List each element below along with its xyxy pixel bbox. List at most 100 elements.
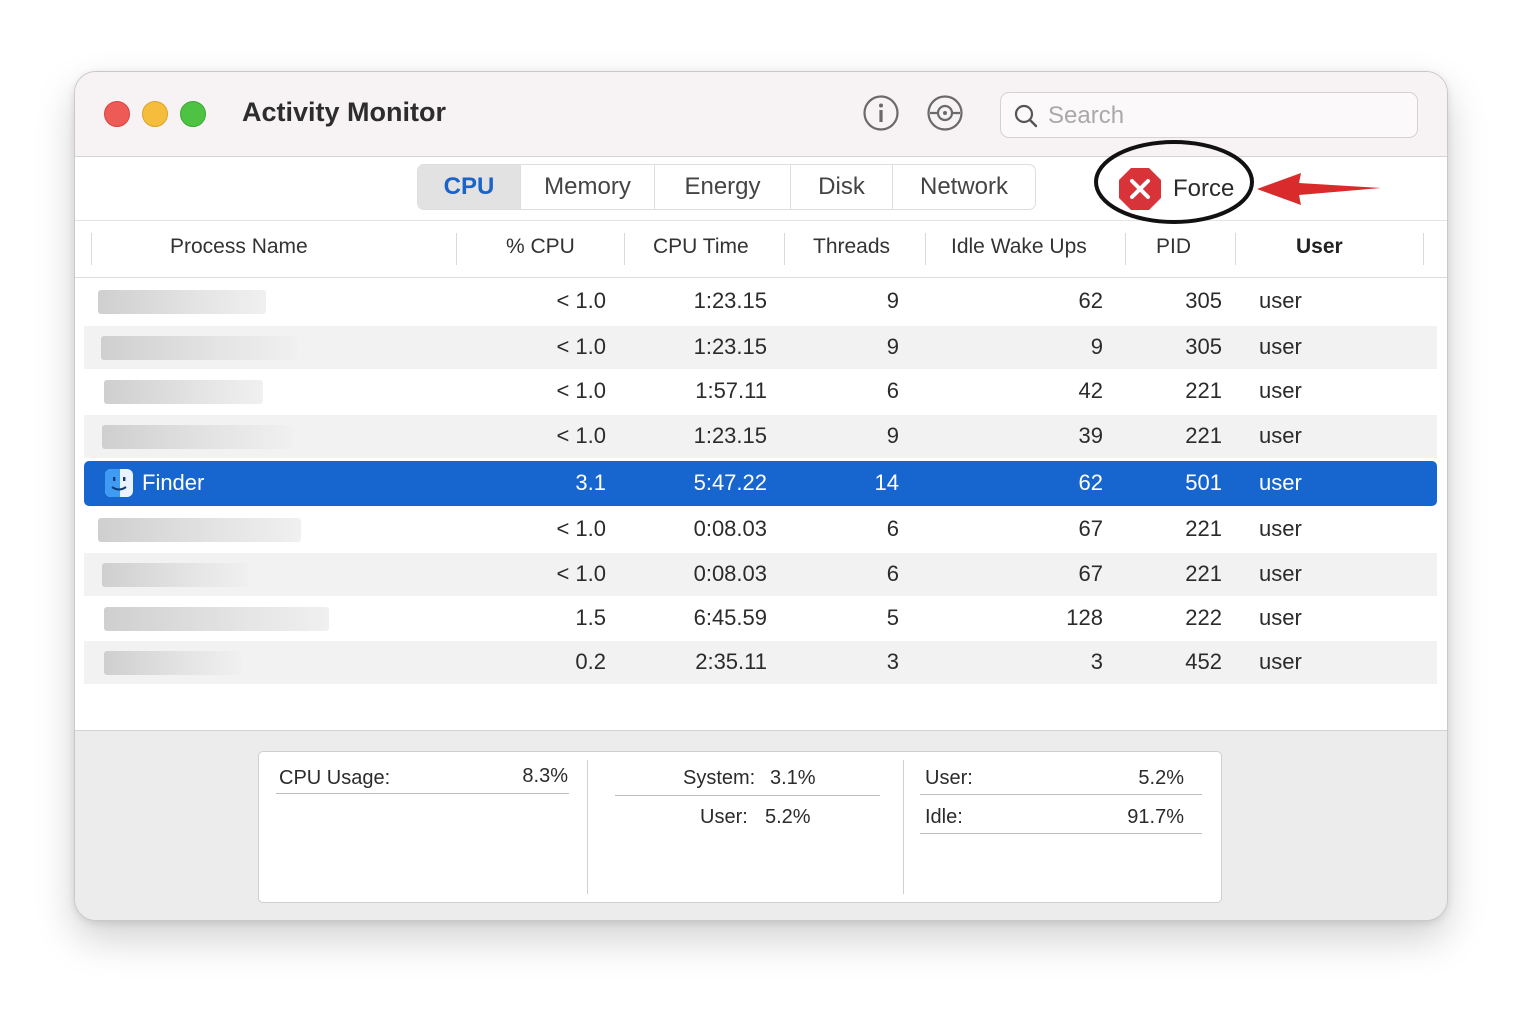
cell-pid: 221: [1185, 378, 1222, 403]
search-field[interactable]: Search: [1000, 92, 1418, 138]
cell-user: user: [1259, 423, 1302, 448]
cell-pid: 452: [1185, 649, 1222, 674]
system-value: 3.1%: [770, 767, 816, 789]
cell-cpu: 1.5: [575, 605, 606, 630]
cell-user: user: [1259, 649, 1302, 674]
finder-icon: [105, 469, 133, 497]
column-headers: Process Name % CPU CPU Time Threads Idle…: [75, 221, 1447, 278]
cell-idle-wake-ups: 67: [1078, 516, 1103, 541]
cell-cpu-time: 5:47.22: [693, 470, 767, 495]
column-process-name[interactable]: Process Name: [170, 235, 308, 259]
cell-idle-wake-ups: 3: [1090, 649, 1103, 674]
cell-cpu-time: 1:23.15: [693, 288, 767, 313]
cell-threads: 6: [886, 378, 899, 403]
cell-pid: 222: [1185, 605, 1222, 630]
tab-cpu[interactable]: CPU: [418, 165, 520, 209]
cell-threads: 6: [886, 516, 899, 541]
column-threads[interactable]: Threads: [813, 235, 890, 259]
column-idle-wake-ups[interactable]: Idle Wake Ups: [951, 235, 1087, 259]
table-row[interactable]: 0.2 2:35.11 3 3 452 user: [84, 641, 1437, 684]
cpu-summary-panel: CPU Usage: 8.3% System: 3.1% User: 5.2% …: [258, 751, 1222, 903]
cell-cpu-time: 2:35.11: [695, 649, 767, 674]
column-cpu-time[interactable]: CPU Time: [653, 235, 749, 259]
cell-cpu: < 1.0: [556, 334, 606, 359]
cell-pid: 221: [1185, 561, 1222, 586]
cell-user: user: [1259, 378, 1302, 403]
user-label: User:: [700, 806, 748, 828]
user-value: 5.2%: [765, 806, 811, 828]
cell-pid: 305: [1185, 288, 1222, 313]
search-icon: [1014, 104, 1038, 128]
cell-cpu-time: 0:08.03: [693, 516, 767, 541]
cell-idle-wake-ups: 42: [1078, 378, 1103, 403]
cell-cpu: < 1.0: [556, 561, 606, 586]
redacted-process-name: [101, 336, 297, 360]
cpu-usage-value: 8.3%: [522, 765, 568, 787]
redacted-process-name: [104, 651, 241, 675]
idle-label: Idle:: [925, 806, 963, 828]
minimize-button[interactable]: [142, 101, 168, 127]
table-row[interactable]: < 1.0 1:23.15 9 39 221 user: [84, 415, 1437, 458]
redacted-process-name: [102, 563, 248, 587]
column-user[interactable]: User: [1296, 235, 1343, 259]
cell-cpu-time: 0:08.03: [693, 561, 767, 586]
cell-user: user: [1259, 561, 1302, 586]
info-icon[interactable]: [862, 94, 900, 132]
cell-pid: 501: [1185, 470, 1222, 495]
cell-process-name: Finder: [142, 470, 205, 495]
cell-cpu-time: 1:23.15: [693, 423, 767, 448]
user-label-2: User:: [925, 767, 973, 789]
cell-pid: 305: [1185, 334, 1222, 359]
search-placeholder: Search: [1048, 102, 1125, 129]
annotation-arrow-icon: [1257, 173, 1381, 205]
zoom-button[interactable]: [180, 101, 206, 127]
cell-idle-wake-ups: 67: [1078, 561, 1103, 586]
cell-cpu: 3.1: [575, 470, 606, 495]
table-row[interactable]: < 1.0 0:08.03 6 67 221 user: [84, 508, 1437, 551]
column-pid[interactable]: PID: [1156, 235, 1191, 259]
column-cpu[interactable]: % CPU: [506, 235, 575, 259]
redacted-process-name: [104, 607, 329, 631]
close-button[interactable]: [104, 101, 130, 127]
cell-threads: 9: [886, 288, 899, 313]
inspect-icon[interactable]: [926, 94, 964, 132]
cpu-usage-label: CPU Usage:: [279, 767, 391, 789]
cell-user: user: [1259, 470, 1302, 495]
idle-value: 91.7%: [1127, 806, 1184, 828]
redacted-process-name: [104, 380, 263, 404]
table-row[interactable]: < 1.0 1:23.15 9 9 305 user: [84, 326, 1437, 369]
cell-user: user: [1259, 288, 1302, 313]
table-row-finder[interactable]: Finder 3.1 5:47.22 14 62 501 user: [84, 461, 1437, 506]
redacted-process-name: [98, 518, 301, 542]
cell-threads: 5: [886, 605, 899, 630]
tab-energy[interactable]: Energy: [654, 165, 790, 209]
cell-threads: 6: [886, 561, 899, 586]
table-row[interactable]: 1.5 6:45.59 5 128 222 user: [84, 597, 1437, 640]
window-title: Activity Monitor: [242, 97, 447, 127]
user-value-2: 5.2%: [1138, 767, 1184, 789]
cell-pid: 221: [1185, 423, 1222, 448]
cell-threads: 3: [886, 649, 899, 674]
tab-memory[interactable]: Memory: [520, 165, 654, 209]
tab-network[interactable]: Network: [892, 165, 1035, 209]
cell-idle-wake-ups: 9: [1090, 334, 1103, 359]
cell-cpu-time: 1:57.11: [695, 378, 767, 403]
cell-idle-wake-ups: 128: [1066, 605, 1103, 630]
cpu-summary-area: CPU Usage: 8.3% System: 3.1% User: 5.2% …: [75, 730, 1447, 920]
activity-monitor-window: Activity Monitor Search CPU Memory Energ…: [74, 71, 1448, 921]
redacted-process-name: [102, 425, 293, 449]
table-row[interactable]: < 1.0 1:57.11 6 42 221 user: [84, 370, 1437, 413]
system-label: System:: [683, 767, 756, 789]
cell-pid: 221: [1185, 516, 1222, 541]
table-row[interactable]: < 1.0 0:08.03 6 67 221 user: [84, 553, 1437, 596]
cell-cpu-time: 6:45.59: [693, 605, 767, 630]
cell-cpu: < 1.0: [556, 288, 606, 313]
table-row[interactable]: < 1.0 1:23.15 9 62 305 user: [84, 280, 1437, 323]
cell-threads: 9: [886, 334, 899, 359]
cell-user: user: [1259, 334, 1302, 359]
cell-user: user: [1259, 516, 1302, 541]
tab-disk[interactable]: Disk: [790, 165, 892, 209]
annotation-highlight-ring: [1094, 140, 1254, 224]
cell-threads: 9: [886, 423, 899, 448]
cell-cpu: < 1.0: [556, 378, 606, 403]
